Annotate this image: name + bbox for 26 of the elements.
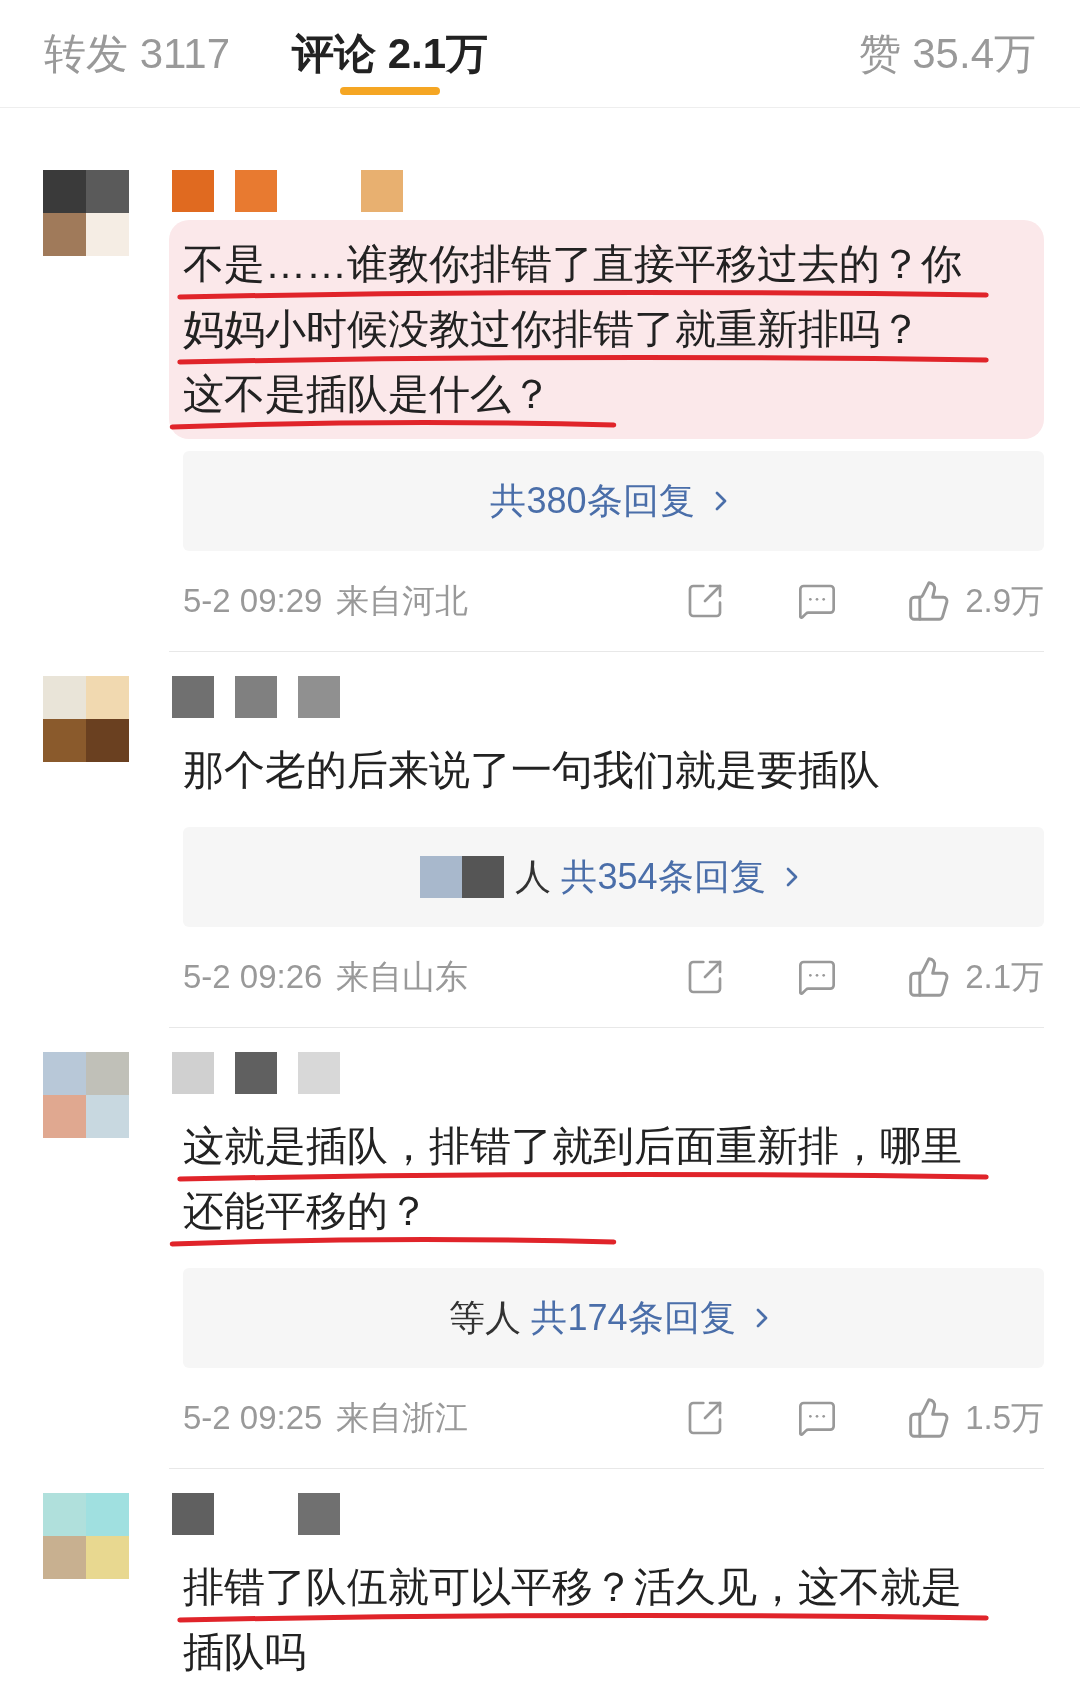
- comment-location: 来自浙江: [336, 1398, 469, 1439]
- like-count: 2.9万: [965, 581, 1044, 622]
- comment-text: 排错了队伍就可以平移？活久见，这不就是: [183, 1562, 962, 1612]
- replies-button[interactable]: 等人 共174条回复: [183, 1268, 1044, 1368]
- comment-text: 那个老的后来说了一句我们就是要插队: [183, 745, 880, 795]
- tab[interactable]: 评论 2.1万: [292, 0, 489, 107]
- comment-time: 5-2 09:29: [183, 581, 323, 622]
- comment-time: 5-2 09:26: [183, 957, 323, 998]
- comment-time: 5-2 09:25: [183, 1398, 323, 1439]
- comment-location: 来自山东: [336, 957, 469, 998]
- comment-text: 妈妈小时候没教过你排错了就重新排吗？: [183, 304, 921, 354]
- reply-count: 共354条回复: [561, 855, 766, 899]
- comment-text: 不是……谁教你排错了直接平移过去的？你: [183, 239, 962, 289]
- comment-text: 插队吗: [183, 1627, 306, 1677]
- reply-count: 共174条回复: [531, 1296, 736, 1340]
- comment-location: 来自河北: [336, 581, 469, 622]
- comment-text: 还能平移的？: [183, 1186, 429, 1236]
- replies-button[interactable]: 人 共354条回复: [183, 827, 1044, 927]
- comment-text: 这就是插队，排错了就到后面重新排，哪里: [183, 1121, 962, 1171]
- replies-button[interactable]: 共380条回复: [183, 451, 1044, 551]
- comment-text: 这不是插队是什么？: [183, 369, 552, 419]
- reply-users: 人: [515, 855, 552, 899]
- like-count: 1.5万: [965, 1398, 1044, 1439]
- reply-count: 共380条回复: [490, 479, 695, 523]
- reply-users: 等人: [449, 1296, 522, 1340]
- like-count: 2.1万: [965, 957, 1044, 998]
